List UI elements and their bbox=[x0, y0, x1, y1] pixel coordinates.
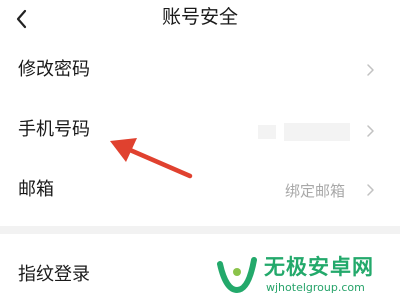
settings-row-phone-number[interactable]: 手机号码 bbox=[0, 100, 400, 160]
account-security-screen: 账号安全 修改密码 手机号码 邮箱 绑定邮箱 指纹登录 无极安卓网 wjhote… bbox=[0, 0, 400, 300]
phone-number-label: 手机号码 bbox=[18, 119, 90, 140]
email-label: 邮箱 bbox=[18, 179, 54, 200]
page-title: 账号安全 bbox=[161, 6, 238, 28]
settings-row-email[interactable]: 邮箱 绑定邮箱 bbox=[0, 160, 400, 220]
phone-value-blur-right bbox=[284, 123, 350, 141]
change-password-label: 修改密码 bbox=[18, 59, 90, 80]
watermark-title: 无极安卓网 bbox=[264, 255, 374, 279]
header-bar: 账号安全 bbox=[0, 0, 400, 40]
chevron-right-icon bbox=[367, 64, 374, 76]
chevron-right-icon bbox=[367, 184, 374, 196]
settings-group-primary: 修改密码 手机号码 邮箱 绑定邮箱 bbox=[0, 40, 400, 226]
phone-value-blur-left bbox=[258, 125, 276, 139]
watermark: 无极安卓网 wjhotelgroup.com bbox=[212, 248, 400, 300]
chevron-right-icon bbox=[367, 125, 374, 137]
watermark-url: wjhotelgroup.com bbox=[266, 281, 365, 294]
settings-row-change-password[interactable]: 修改密码 bbox=[0, 40, 400, 100]
email-value: 绑定邮箱 bbox=[285, 182, 346, 200]
fingerprint-login-label: 指纹登录 bbox=[18, 264, 90, 285]
site-logo-icon bbox=[217, 257, 257, 294]
